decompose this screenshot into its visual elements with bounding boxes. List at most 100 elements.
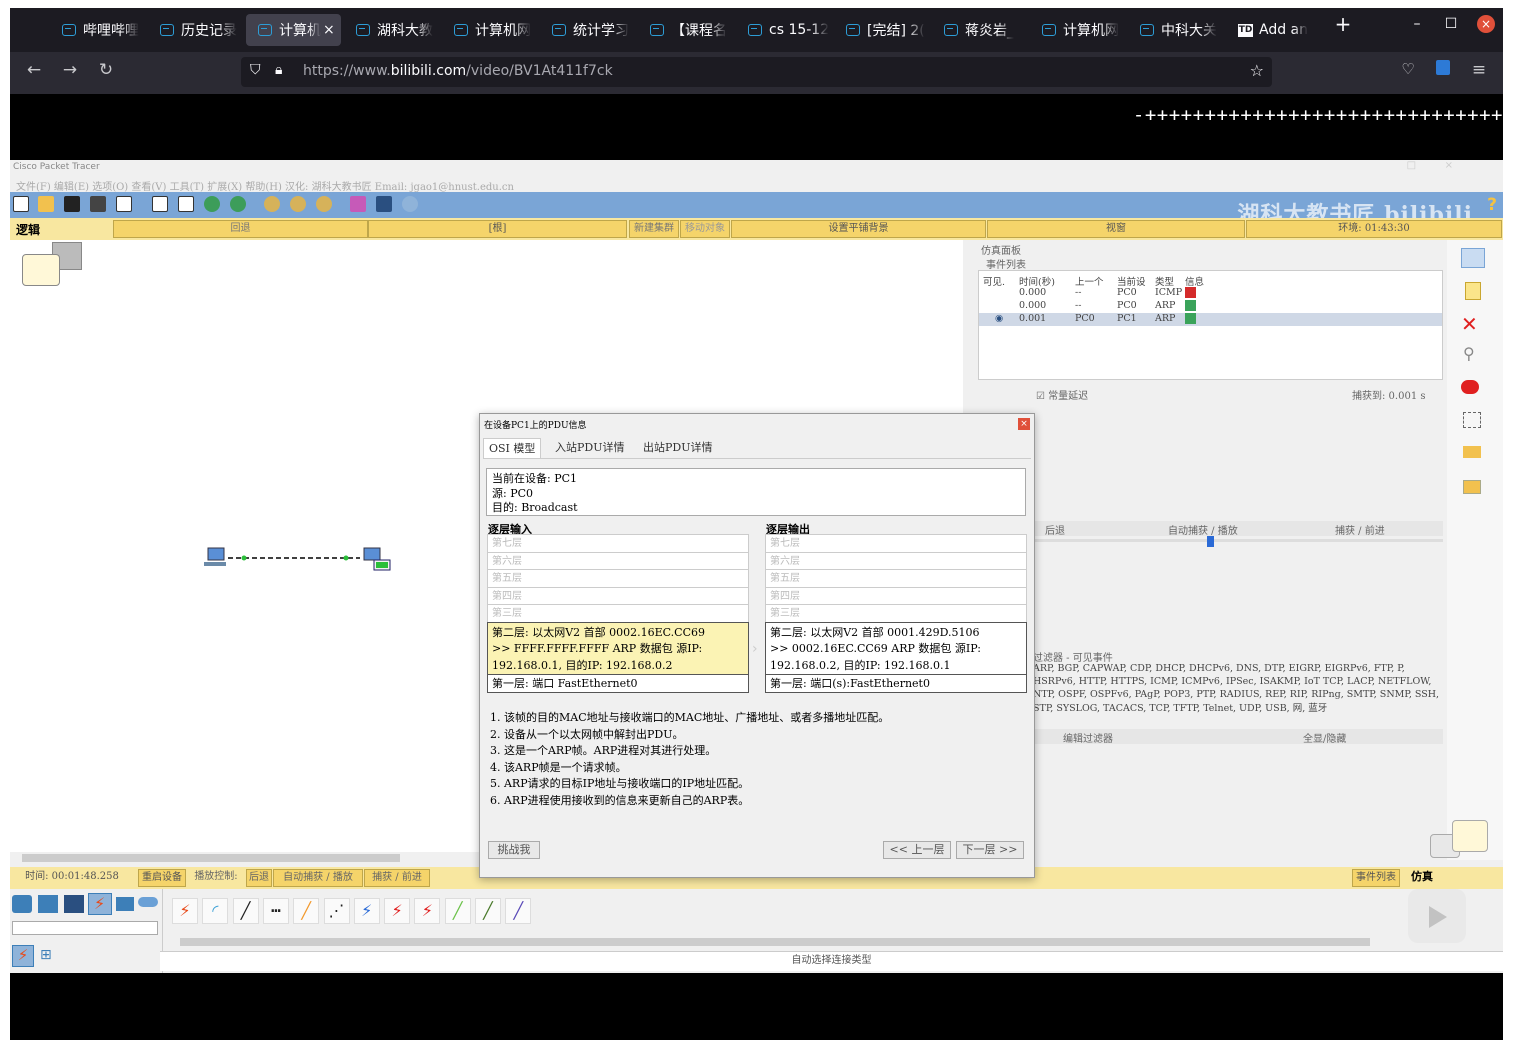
prev-layer-button[interactable]: << 上一层 bbox=[883, 841, 951, 859]
browser-tab[interactable]: 计算机网 bbox=[442, 14, 537, 46]
print-icon[interactable] bbox=[90, 196, 106, 212]
wizard-icon[interactable] bbox=[116, 196, 132, 212]
close-window-button[interactable]: × bbox=[1471, 15, 1501, 33]
forward-arrow-icon[interactable]: → bbox=[56, 60, 84, 80]
event-row[interactable]: ◉ 0.001 PC0 PC1 ARP bbox=[979, 313, 1442, 326]
simple-pdu-icon[interactable] bbox=[1463, 446, 1481, 458]
out-layer-4[interactable]: 第四层 bbox=[765, 586, 1027, 605]
set-background-button[interactable]: 设置平铺背景 bbox=[731, 220, 986, 238]
url-bar[interactable]: ⛉ 🔒︎ https://www.bilibili.com/video/BV1A… bbox=[241, 57, 1272, 87]
in-layer-5[interactable]: 第五层 bbox=[487, 569, 749, 588]
back-button[interactable]: 回退 bbox=[113, 220, 368, 238]
bookmark-star-icon[interactable]: ☆ bbox=[1250, 61, 1264, 80]
zoom-in-icon[interactable] bbox=[264, 196, 280, 212]
realtime-sim-toggle[interactable] bbox=[1430, 820, 1490, 860]
browser-tab[interactable]: 蒋炎岩_ bbox=[932, 14, 1027, 46]
url-text[interactable]: https://www.bilibili.com/video/BV1At411f… bbox=[303, 63, 613, 79]
browser-tab[interactable]: 计算机网 bbox=[1030, 14, 1125, 46]
copy-icon[interactable] bbox=[152, 196, 168, 212]
browser-tab[interactable]: 湖科大教 bbox=[344, 14, 439, 46]
event-row[interactable]: 0.000 -- PC0 ICMP bbox=[979, 287, 1442, 300]
speed-slider-thumb[interactable] bbox=[1207, 536, 1214, 547]
show-all-button[interactable]: 全显/隐藏 bbox=[1303, 730, 1346, 745]
in-layer-4[interactable]: 第四层 bbox=[487, 586, 749, 605]
save-icon[interactable] bbox=[64, 196, 80, 212]
end-devices-icon[interactable] bbox=[38, 895, 58, 913]
out-layer-1[interactable]: 第一层: 端口(s):FastEthernet0 bbox=[765, 673, 1027, 693]
logical-tab[interactable]: 逻辑 bbox=[16, 221, 40, 238]
inspect-icon[interactable]: ⚲ bbox=[1463, 344, 1475, 363]
out-layer-6[interactable]: 第六层 bbox=[765, 551, 1027, 570]
browser-tab[interactable]: 计算机 × bbox=[246, 14, 341, 46]
delete-icon[interactable]: ✕ bbox=[1461, 312, 1478, 336]
auto-connect-icon[interactable]: ⚡ bbox=[172, 898, 198, 924]
status-back-button[interactable]: 后退 bbox=[246, 869, 272, 887]
straight-through-icon[interactable]: ╱ bbox=[232, 898, 259, 924]
iot-cable-icon[interactable]: ╱ bbox=[475, 898, 501, 924]
tab-osi-model[interactable]: OSI 模型 bbox=[483, 438, 542, 458]
in-layer-6[interactable]: 第六层 bbox=[487, 551, 749, 570]
custom-device-icon[interactable] bbox=[376, 196, 392, 212]
restart-devices-button[interactable]: 重启设备 bbox=[138, 869, 186, 887]
tab-outbound-pdu[interactable]: 出站PDU详情 bbox=[638, 438, 718, 458]
event-color-icon[interactable] bbox=[1185, 300, 1196, 311]
new-cluster-button[interactable]: 新建集群 bbox=[629, 220, 679, 238]
close-tab-icon[interactable]: × bbox=[323, 22, 335, 38]
out-layer-5[interactable]: 第五层 bbox=[765, 569, 1027, 588]
sim-forward-button[interactable]: 捕获 / 前进 bbox=[1335, 522, 1385, 537]
browser-tab[interactable]: 中科大关 bbox=[1128, 14, 1223, 46]
maximize-icon[interactable]: ☐ bbox=[1436, 16, 1466, 32]
reload-icon[interactable]: ↻ bbox=[92, 60, 120, 80]
browser-tab[interactable]: 【课程名 bbox=[638, 14, 733, 46]
browser-tab[interactable]: 历史记录 bbox=[148, 14, 243, 46]
browser-tab[interactable]: 统计学习 bbox=[540, 14, 635, 46]
serial-dce-icon[interactable]: ⚡ bbox=[384, 898, 411, 924]
pt-window-controls[interactable]: □ × bbox=[1407, 160, 1453, 171]
browser-tab[interactable]: TD Add an bbox=[1226, 14, 1316, 46]
device-search-field[interactable] bbox=[12, 921, 158, 935]
in-layer-3[interactable]: 第三层 bbox=[487, 604, 749, 623]
usb-cable-icon[interactable]: ╱ bbox=[505, 898, 532, 924]
next-layer-button[interactable]: 下一层 >> bbox=[956, 841, 1024, 859]
viewport-button[interactable]: 视窗 bbox=[987, 220, 1245, 238]
grid-icon[interactable]: ⊞ bbox=[40, 947, 52, 963]
pc1-device[interactable] bbox=[363, 547, 381, 561]
phone-cable-icon[interactable]: ⋰ bbox=[323, 898, 350, 924]
paste-icon[interactable] bbox=[178, 196, 194, 212]
in-layer-7[interactable]: 第七层 bbox=[487, 534, 749, 553]
edit-filter-button[interactable]: 编辑过滤器 bbox=[1063, 730, 1113, 745]
open-folder-icon[interactable] bbox=[38, 196, 54, 212]
menu-icon[interactable]: ≡ bbox=[1465, 60, 1493, 80]
help-icon[interactable]: ? bbox=[1487, 195, 1497, 215]
components-icon[interactable] bbox=[64, 895, 84, 913]
shield-icon[interactable]: ⛉ bbox=[250, 62, 261, 78]
event-list-button[interactable]: 事件列表 bbox=[1352, 869, 1400, 887]
redo-icon[interactable] bbox=[230, 196, 246, 212]
video-player[interactable]: -++++++++++++++++++++++++++++++ Cisco Pa… bbox=[10, 94, 1503, 1040]
dialog-close-button[interactable]: × bbox=[1018, 418, 1030, 430]
connections-hscroll[interactable] bbox=[170, 936, 1500, 948]
eye-icon[interactable]: ◉ bbox=[995, 313, 1003, 324]
browser-tab[interactable]: cs 15-12 bbox=[736, 14, 831, 46]
out-layer-3[interactable]: 第三层 bbox=[765, 604, 1027, 623]
menu-bar[interactable]: 文件(F) 编辑(E) 选项(O) 查看(V) 工具(T) 扩展(X) 帮助(H… bbox=[16, 178, 514, 193]
pocket-icon[interactable]: ♡ bbox=[1394, 60, 1422, 78]
move-object-button[interactable]: 移动对象 bbox=[680, 220, 730, 238]
select-icon[interactable] bbox=[1461, 248, 1485, 268]
connections-icon[interactable]: ⚡ bbox=[88, 893, 112, 915]
browser-tab[interactable]: 哔哩哔哩 bbox=[50, 14, 145, 46]
zoom-out-icon[interactable] bbox=[316, 196, 332, 212]
tab-inbound-pdu[interactable]: 入站PDU详情 bbox=[550, 438, 630, 458]
new-tab-button[interactable]: + bbox=[1328, 12, 1358, 36]
draw-shape-icon[interactable] bbox=[1461, 380, 1479, 394]
challenge-me-button[interactable]: 挑战我 bbox=[488, 841, 540, 859]
zoom-reset-icon[interactable] bbox=[290, 196, 306, 212]
out-layer-7[interactable]: 第七层 bbox=[765, 534, 1027, 553]
event-row[interactable]: 0.000 -- PC0 ARP bbox=[979, 300, 1442, 313]
sim-auto-play-button[interactable]: 自动捕获 / 播放 bbox=[1168, 522, 1238, 537]
out-layer-2[interactable]: 第二层: 以太网V2 首部 0001.429D.5106 >> 0002.16E… bbox=[765, 621, 1027, 675]
serial-dte-icon[interactable]: ⚡ bbox=[414, 898, 441, 924]
play-video-icon[interactable] bbox=[1408, 889, 1466, 943]
palette-icon[interactable] bbox=[350, 196, 366, 212]
navigation-icon[interactable] bbox=[22, 242, 82, 286]
